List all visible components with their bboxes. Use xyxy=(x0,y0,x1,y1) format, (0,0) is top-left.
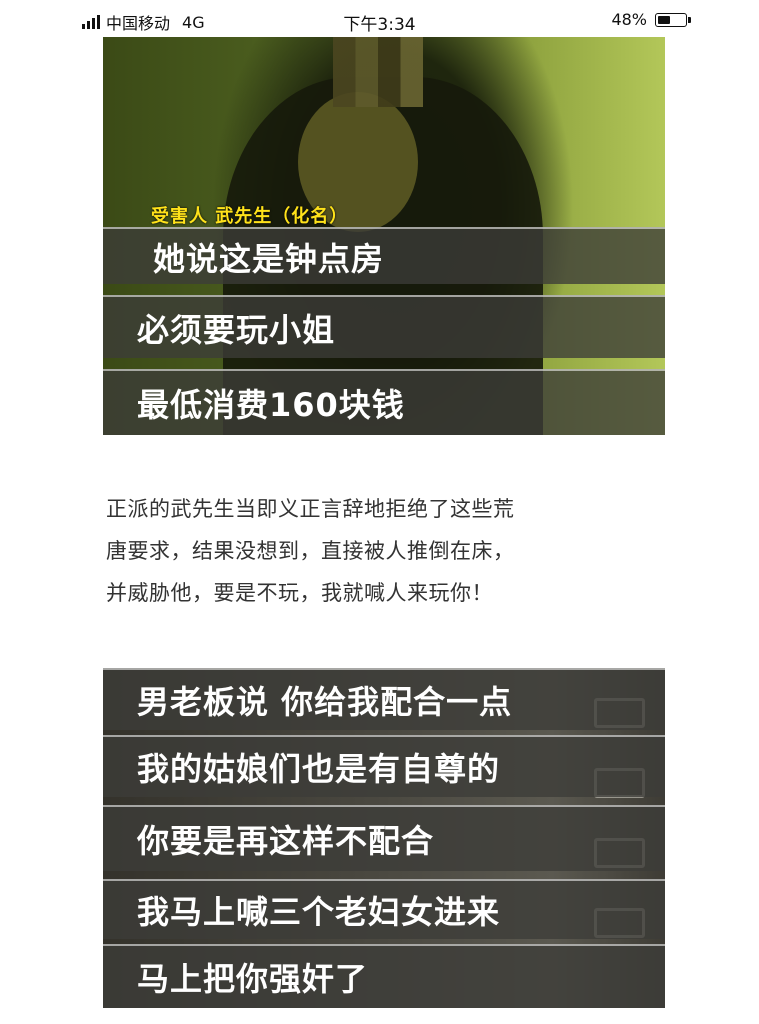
battery-fill xyxy=(658,15,670,24)
subtitle-line: 必须要玩小姐 xyxy=(103,295,665,358)
subtitle-line: 她说这是钟点房 xyxy=(103,227,665,284)
subtitle-line: 我的姑娘们也是有自尊的 xyxy=(103,735,665,797)
status-right: 48% xyxy=(611,10,691,29)
battery-percent: 48% xyxy=(611,10,647,29)
article-line: 并威胁他，要是不玩，我就喊人来玩你！ xyxy=(106,581,493,605)
status-bar: 中国移动 4G 下午3:34 48% xyxy=(0,0,759,40)
video-frame-victim: 受害人 武先生（化名） 她说这是钟点房 必须要玩小姐 最低消费160块钱 xyxy=(103,37,665,435)
subtitle-line: 最低消费160块钱 xyxy=(103,369,665,435)
subtitle-line: 你要是再这样不配合 xyxy=(103,805,665,871)
subtitle-line: 男老板说 你给我配合一点 xyxy=(103,668,665,730)
article-paragraph: 正派的武先生当即义正言辞地拒绝了这些荒 唐要求，结果没想到，直接被人推倒在床， … xyxy=(106,488,666,614)
subtitle-line: 我马上喊三个老妇女进来 xyxy=(103,879,665,939)
battery-icon xyxy=(655,12,691,27)
subtitle-line: 马上把你强奸了 xyxy=(103,944,665,1008)
video-frame-boss: 男老板说 你给我配合一点 我的姑娘们也是有自尊的 你要是再这样不配合 我马上喊三… xyxy=(103,668,665,1008)
article-line: 唐要求，结果没想到，直接被人推倒在床， xyxy=(106,539,515,563)
victim-caption: 受害人 武先生（化名） xyxy=(151,206,349,227)
article-line: 正派的武先生当即义正言辞地拒绝了这些荒 xyxy=(106,497,515,521)
mosaic-blur xyxy=(333,37,423,107)
